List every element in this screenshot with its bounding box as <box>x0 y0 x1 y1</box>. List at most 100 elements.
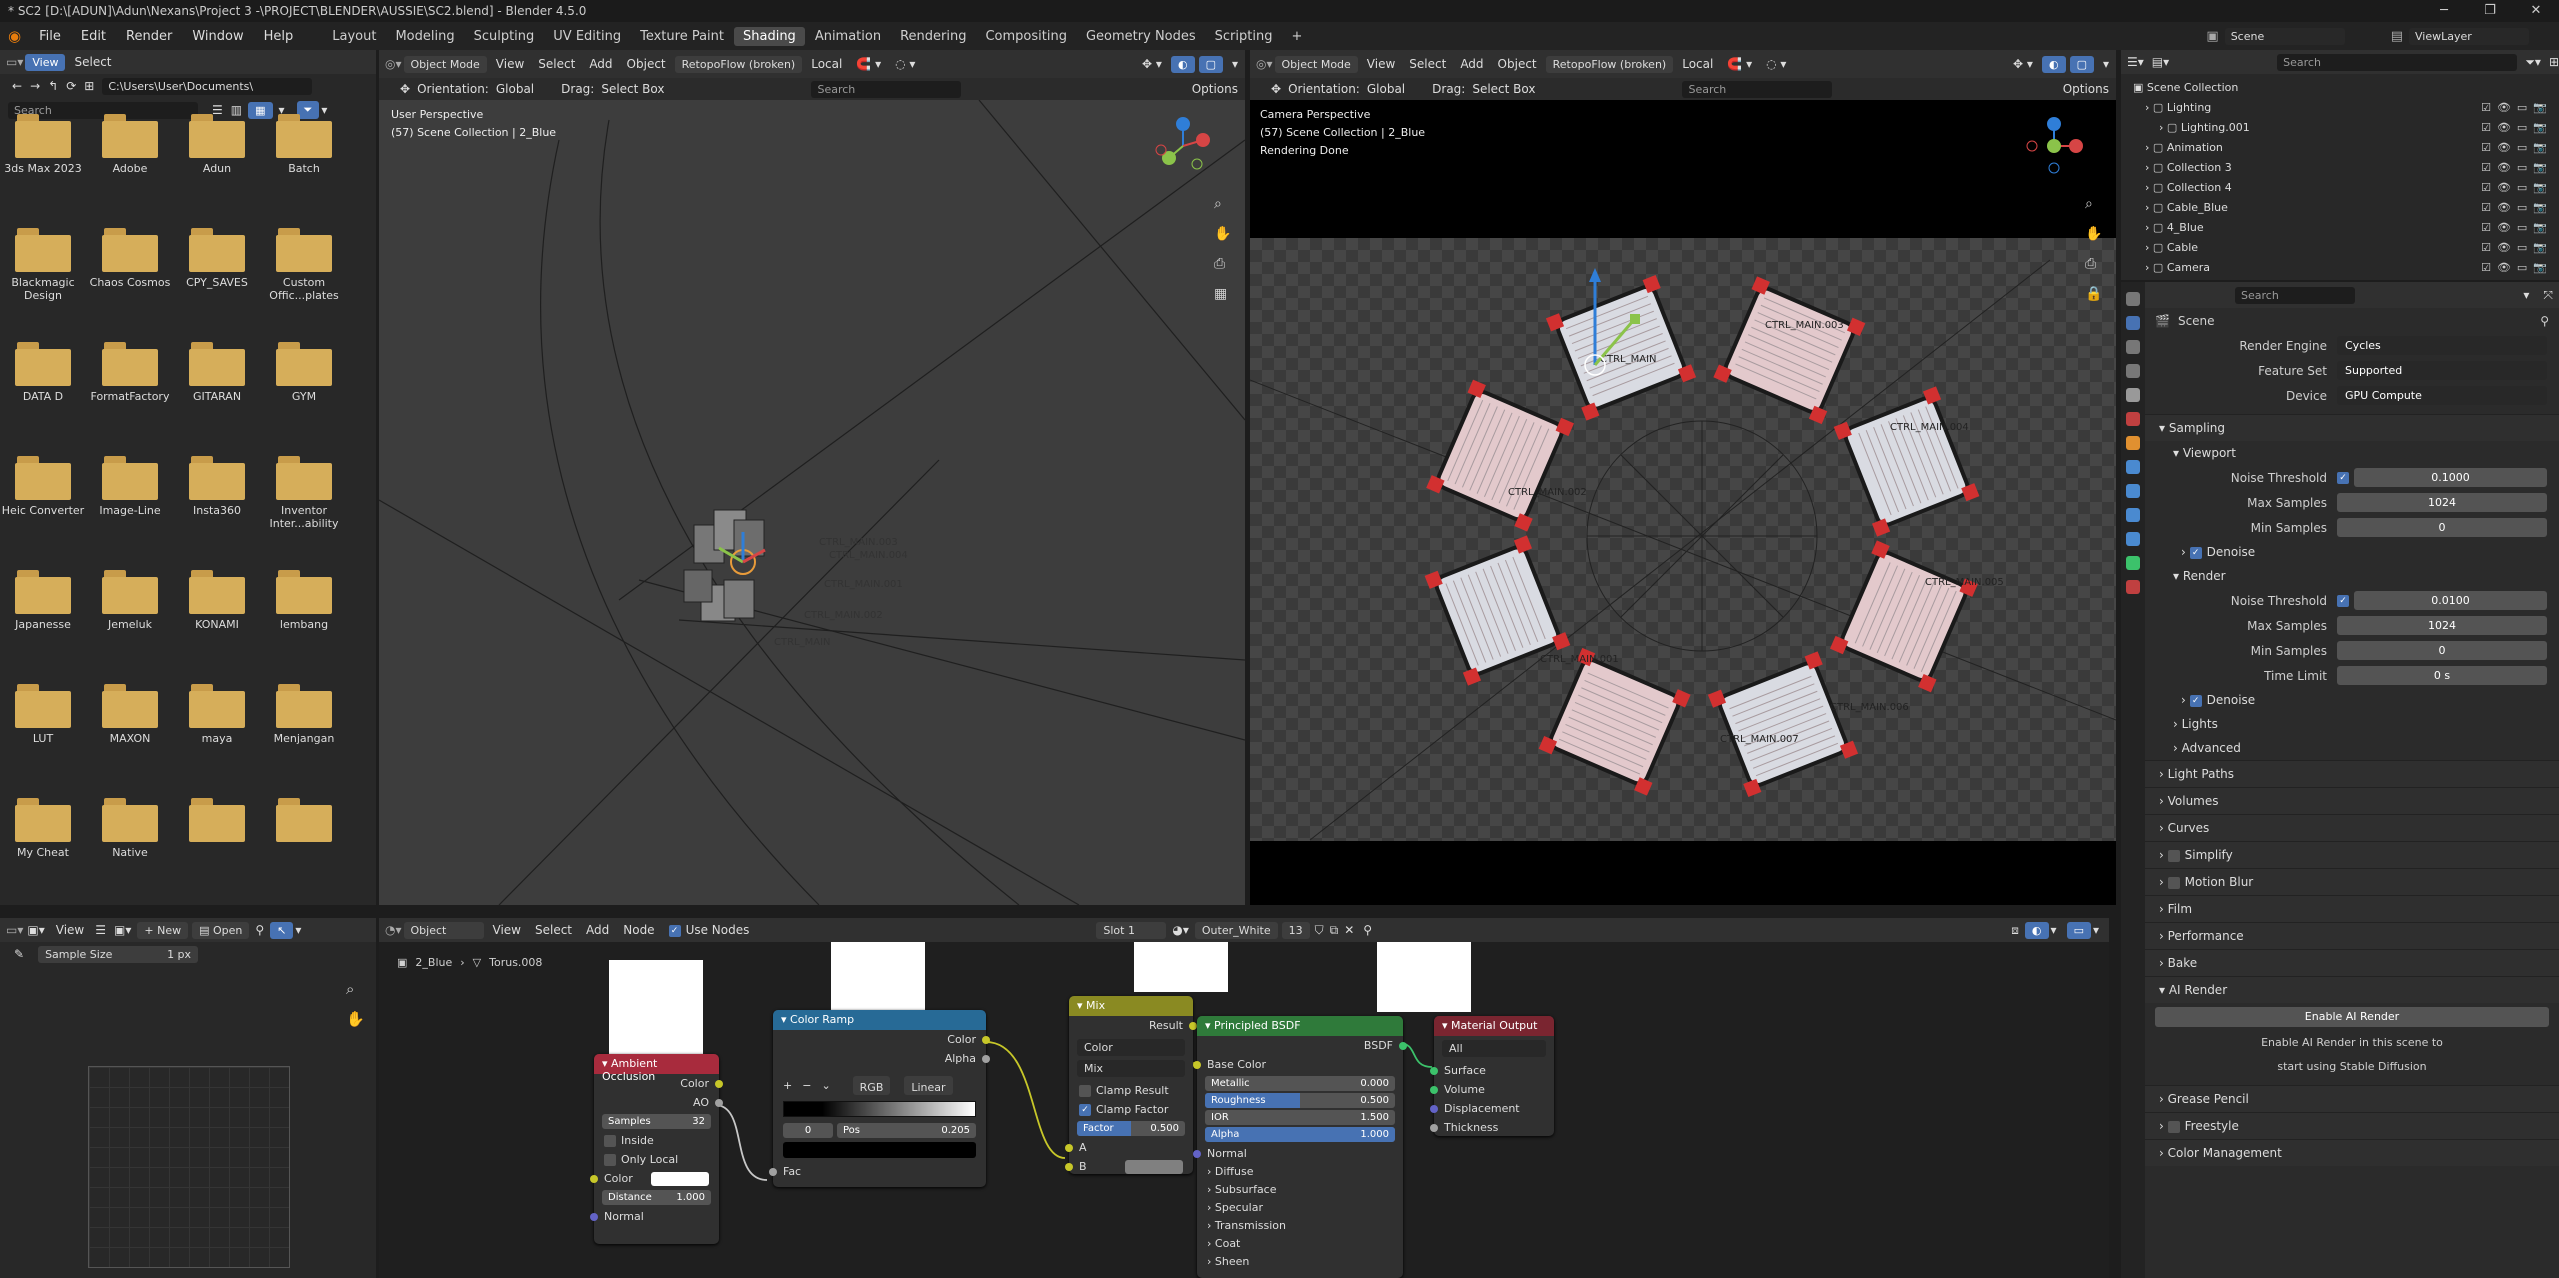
bsdf-panel-diffuse[interactable]: › Diffuse <box>1197 1163 1403 1181</box>
viewport-left-orientation[interactable]: Global <box>489 82 541 96</box>
visibility-icons[interactable]: ☑👁▭📷 <box>2481 218 2553 238</box>
viewport-left-object-menu[interactable]: Object <box>620 57 673 71</box>
viewport-right-add-menu[interactable]: Add <box>1453 57 1490 71</box>
viewport-right-nav-gizmo[interactable] <box>2022 114 2086 178</box>
socket-input-normal[interactable] <box>590 1213 598 1221</box>
particles-tab-icon[interactable] <box>2126 484 2140 498</box>
output-target[interactable]: All <box>1442 1040 1546 1057</box>
cable-reel[interactable] <box>1538 647 1691 796</box>
advanced-subpanel[interactable]: › Advanced <box>2145 736 2559 760</box>
visibility-icons[interactable]: ☑👁▭📷 <box>2481 178 2553 198</box>
expand-chevron-icon[interactable]: › <box>2145 261 2149 274</box>
ramp-color-mode[interactable]: RGB <box>852 1076 891 1095</box>
properties-search-input[interactable]: Search <box>2235 286 2355 304</box>
socket-input-fac[interactable] <box>769 1168 777 1176</box>
tab-geometry-nodes[interactable]: Geometry Nodes <box>1077 27 1205 46</box>
volumes-panel[interactable]: › Volumes <box>2145 787 2559 814</box>
grease-pencil-panel[interactable]: › Grease Pencil <box>2145 1085 2559 1112</box>
outliner-display-mode-icon[interactable]: ▤▾ <box>2144 55 2177 69</box>
socket-output-alpha[interactable] <box>982 1055 990 1063</box>
outliner-item[interactable]: › ▢ Collection 3 ☑👁▭📷 <box>2121 158 2559 178</box>
image-browse-icon[interactable]: ▣▾ <box>110 923 135 937</box>
tab-modeling[interactable]: Modeling <box>386 27 463 46</box>
folder-item[interactable]: Insta360 <box>174 456 260 517</box>
outliner-item[interactable]: › ▢ Camera ☑👁▭📷 <box>2121 258 2559 278</box>
close-button[interactable]: ✕ <box>2513 0 2559 22</box>
folder-item[interactable]: GYM <box>261 342 347 403</box>
ao-inside-checkbox[interactable]: Inside <box>594 1131 719 1150</box>
tab-uv-editing[interactable]: UV Editing <box>544 27 630 46</box>
cable-reel[interactable] <box>1545 274 1697 421</box>
viewport-right-overlay-icon[interactable]: ◐ <box>2041 55 2066 73</box>
object-tab-icon[interactable] <box>2126 436 2140 450</box>
viewport-left-drag[interactable]: Select Box <box>594 82 671 96</box>
bsdf-node-header[interactable]: ▾ Principled BSDF <box>1197 1016 1403 1036</box>
bsdf-roughness-slider[interactable]: Roughness 0.500 <box>1205 1093 1395 1108</box>
r-min-field[interactable]: 0 <box>2337 641 2547 660</box>
view-mode-icon[interactable]: ▣▾ <box>23 923 48 937</box>
viewport-left-view-menu[interactable]: View <box>489 57 531 71</box>
folder-item[interactable]: GITARAN <box>174 342 260 403</box>
zoom-icon[interactable]: ⌕ <box>346 980 354 998</box>
refresh-icon[interactable]: ⟳ <box>62 79 80 93</box>
folder-item[interactable]: Heic Converter <box>0 456 86 517</box>
pan-hand-icon[interactable]: ✋ <box>346 1010 365 1028</box>
visibility-icons[interactable]: ☑👁▭📷 <box>2481 138 2553 158</box>
visibility-icons[interactable]: ☑👁▭📷 <box>2481 198 2553 218</box>
viewport-left-transform-icon[interactable]: ✥ <box>393 82 417 96</box>
viewport-left-zoom-icon[interactable]: ⌕ <box>1214 196 1222 212</box>
scene-selector[interactable]: Scene <box>2224 27 2345 45</box>
vp-denoise-subpanel[interactable]: › ✓ Denoise <box>2145 540 2559 564</box>
add-workspace-button[interactable]: + <box>1282 27 1311 46</box>
ramp-gradient-bar[interactable] <box>783 1101 976 1117</box>
pin-icon[interactable]: ⚲ <box>251 923 268 937</box>
viewport-left-select-menu[interactable]: Select <box>531 57 582 71</box>
view-layer-selector[interactable]: ViewLayer <box>2409 27 2529 45</box>
folder-item[interactable]: Image-Line <box>87 456 173 517</box>
viewport-right-transform-icon[interactable]: ✥ <box>1264 82 1288 96</box>
folder-item[interactable]: KONAMI <box>174 570 260 631</box>
viewport-right-retopoflow[interactable]: RetopoFlow (broken) <box>1545 55 1674 73</box>
bsdf-panel-specular[interactable]: › Specular <box>1197 1199 1403 1217</box>
open-image-button[interactable]: ▤ Open <box>192 921 250 939</box>
feature-set-dropdown[interactable]: Supported <box>2337 361 2547 380</box>
folder-item[interactable]: Native <box>87 798 173 859</box>
scene-tab-icon[interactable] <box>2126 388 2140 402</box>
socket-input-color[interactable] <box>590 1175 598 1183</box>
mix-clamp-result-checkbox[interactable]: Clamp Result <box>1069 1081 1193 1100</box>
socket-input-b[interactable] <box>1065 1163 1073 1171</box>
ao-samples-field[interactable]: Samples 32 <box>602 1114 711 1129</box>
lights-subpanel[interactable]: › Lights <box>2145 712 2559 736</box>
viewport-right-lock-icon[interactable]: 🔒 <box>2085 286 2102 302</box>
r-denoise-subpanel[interactable]: › ✓ Denoise <box>2145 688 2559 712</box>
ao-distance-field[interactable]: Distance 1.000 <box>602 1190 711 1205</box>
viewport-left-mode[interactable]: Object Mode <box>403 55 487 73</box>
viewport-left-search-input[interactable]: Search <box>811 80 962 98</box>
node-principled-bsdf[interactable]: ▾ Principled BSDF BSDF Base Color Metall… <box>1193 1016 1407 1278</box>
tab-texture-paint[interactable]: Texture Paint <box>631 27 733 46</box>
tab-scripting[interactable]: Scripting <box>1206 27 1282 46</box>
outliner-search-input[interactable]: Search <box>2277 53 2518 71</box>
tab-shading[interactable]: Shading <box>734 26 805 46</box>
folder-item[interactable]: My Cheat <box>0 798 86 859</box>
expand-chevron-icon[interactable]: › <box>2145 201 2149 214</box>
outliner-item[interactable]: › ▢ Cable_Blue ☑👁▭📷 <box>2121 198 2559 218</box>
mix-blend-mode[interactable]: Mix <box>1077 1060 1185 1077</box>
folder-item[interactable]: Custom Offic...plates <box>261 228 347 302</box>
viewport-right-orientation[interactable]: Global <box>1360 82 1412 96</box>
folder-item[interactable]: Adun <box>174 114 260 175</box>
properties-pin-icon[interactable]: ⤧ <box>2537 288 2559 303</box>
maximize-button[interactable]: ❐ <box>2467 0 2513 22</box>
performance-panel[interactable]: › Performance <box>2145 922 2559 949</box>
viewport-right-pan-icon[interactable]: ✋ <box>2085 226 2102 242</box>
folder-item[interactable]: Menjangan <box>261 684 347 745</box>
viewport-right-proportional-icon[interactable]: ◌ ▾ <box>1759 57 1793 71</box>
visibility-icons[interactable]: ☑👁▭📷 <box>2481 238 2553 258</box>
vp-max-field[interactable]: 1024 <box>2337 493 2547 512</box>
viewport-right-gizmo-icon[interactable]: ✥ ▾ <box>2006 57 2040 71</box>
image-editor-type-icon[interactable]: ▭▾ <box>6 923 23 937</box>
vp-noise-field[interactable]: 0.1000 <box>2354 468 2547 487</box>
outliner-item[interactable]: › ▢ Animation ☑👁▭📷 <box>2121 138 2559 158</box>
r-noise-field[interactable]: 0.0100 <box>2354 591 2547 610</box>
mix-clamp-factor-checkbox[interactable]: ✓ Clamp Factor <box>1069 1100 1193 1119</box>
